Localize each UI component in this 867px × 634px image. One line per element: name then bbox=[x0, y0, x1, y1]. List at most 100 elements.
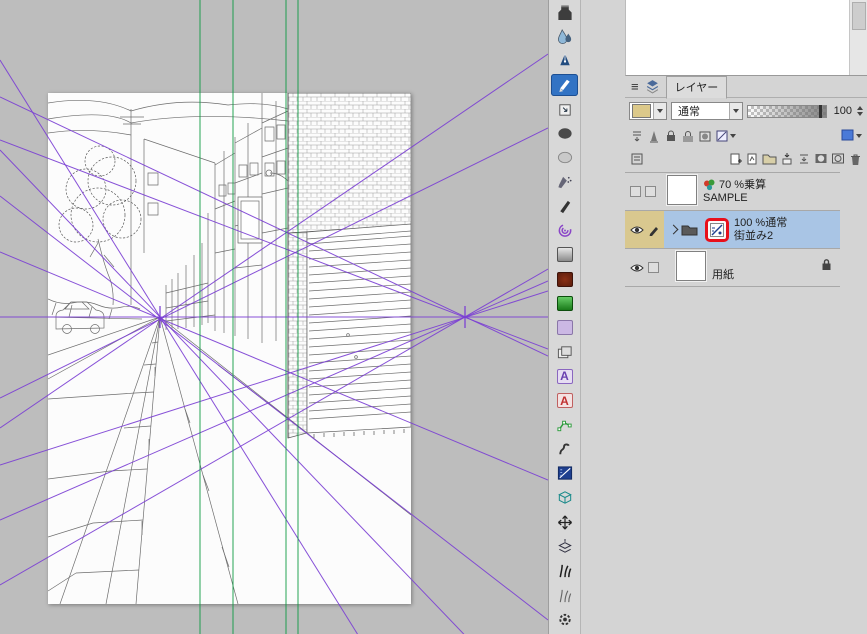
liquify-tool-button[interactable] bbox=[551, 438, 578, 460]
figure-maroon-tool-icon bbox=[556, 271, 573, 287]
grass-tool-dark-icon bbox=[559, 565, 571, 578]
palette-list-icon[interactable] bbox=[630, 151, 644, 166]
opacity-spinner[interactable] bbox=[857, 106, 863, 116]
clipping-icon[interactable] bbox=[630, 128, 644, 143]
tool-palette: A A bbox=[548, 0, 581, 634]
perspective-grid-tool-icon bbox=[557, 491, 572, 505]
scrollbar-thumb[interactable] bbox=[852, 2, 866, 30]
canvas-area[interactable] bbox=[0, 0, 548, 634]
blend-mode-combo[interactable]: 通常 bbox=[671, 102, 744, 120]
brush-tool-icon bbox=[557, 4, 572, 20]
figure-gray-tool-button[interactable] bbox=[551, 244, 578, 266]
secondary-panel bbox=[625, 0, 867, 76]
pencil-tool-icon bbox=[558, 80, 570, 93]
layer-meta: 70 %乗算 SAMPLE bbox=[703, 173, 766, 210]
text-tool-label: A bbox=[560, 393, 569, 408]
settings-tool-button[interactable] bbox=[551, 608, 578, 630]
vector-line-tool-button[interactable] bbox=[551, 414, 578, 436]
blend-tool-button[interactable] bbox=[551, 25, 578, 47]
figure-maroon-tool-button[interactable] bbox=[551, 268, 578, 290]
secondary-panel-scrollbar[interactable] bbox=[849, 0, 867, 75]
layer-controls-row: 通常 100 bbox=[625, 98, 867, 124]
expand-arrow-icon[interactable] bbox=[668, 224, 679, 235]
pen-tool-button[interactable] bbox=[551, 50, 578, 72]
lock-layer-icon[interactable] bbox=[664, 128, 678, 143]
layer-name: SAMPLE bbox=[703, 191, 748, 204]
new-folder-icon[interactable] bbox=[762, 151, 777, 166]
palette-menu-icon[interactable]: ≡ bbox=[631, 80, 639, 93]
layer-lock-row bbox=[625, 124, 867, 147]
new-raster-layer-icon[interactable] bbox=[728, 151, 742, 166]
perspective-grid-tool-button[interactable] bbox=[551, 487, 578, 509]
eraser-soft-tool-button[interactable] bbox=[551, 147, 578, 169]
text-tool-red-icon: A bbox=[556, 393, 573, 409]
eye-icon[interactable] bbox=[630, 225, 644, 235]
text-tool-purple-button[interactable]: A bbox=[551, 365, 578, 387]
apply-mask-icon[interactable] bbox=[831, 151, 845, 166]
figure-lavender-tool-button[interactable] bbox=[551, 317, 578, 339]
pencil-edit-icon[interactable] bbox=[648, 224, 660, 236]
opacity-value: 100 bbox=[833, 105, 852, 117]
layer-color-dots-icon bbox=[704, 179, 715, 191]
layer-row-paper[interactable]: 用紙 bbox=[625, 249, 840, 287]
layer-move-tool-icon bbox=[557, 538, 572, 553]
opacity-slider-fill bbox=[748, 105, 826, 117]
layer-meta: 100 %通常 街並み2 bbox=[734, 217, 787, 243]
lock-transparent-icon[interactable] bbox=[681, 128, 695, 143]
layer-move-tool-button[interactable] bbox=[551, 536, 578, 558]
enable-mask-icon[interactable] bbox=[698, 128, 712, 143]
frame-tool-button[interactable] bbox=[551, 341, 578, 363]
transfer-to-lower-icon[interactable] bbox=[780, 151, 794, 166]
ruler-tool-button[interactable] bbox=[551, 463, 578, 485]
frame-tool-icon bbox=[557, 346, 572, 358]
selected-layer-body[interactable]: 100 %通常 街並み2 bbox=[664, 211, 840, 248]
layers-palette: ≡ レイヤー 通常 100 70 %乗算 SAMPLE 100 %通常 街並み2… bbox=[625, 75, 867, 634]
canvas-artwork bbox=[48, 93, 411, 604]
layer-thumbnail[interactable] bbox=[676, 251, 706, 281]
brush-tool-button[interactable] bbox=[551, 1, 578, 23]
fill-tool-button[interactable] bbox=[551, 98, 578, 120]
layer-actions-row bbox=[625, 147, 867, 170]
grass-tool-light-button[interactable] bbox=[551, 584, 578, 606]
eraser-hard-tool-button[interactable] bbox=[551, 122, 578, 144]
figure-green-tool-button[interactable] bbox=[551, 293, 578, 315]
chevron-down-icon[interactable] bbox=[729, 103, 743, 119]
text-tool-label: A bbox=[560, 369, 569, 384]
layer-name: 用紙 bbox=[712, 269, 734, 281]
move-tool-button[interactable] bbox=[551, 511, 578, 533]
tab-layers[interactable]: レイヤー bbox=[665, 75, 728, 99]
chevron-down-icon[interactable] bbox=[653, 103, 666, 119]
airbrush-tool-button[interactable] bbox=[551, 171, 578, 193]
marker-tool-button[interactable] bbox=[551, 195, 578, 217]
ruler-icon-highlight[interactable] bbox=[705, 217, 729, 242]
layer-thumbnail[interactable] bbox=[667, 175, 697, 205]
new-vector-layer-icon[interactable] bbox=[745, 151, 759, 166]
edit-checkbox[interactable] bbox=[648, 262, 659, 273]
text-tool-red-button[interactable]: A bbox=[551, 390, 578, 412]
pencil-tool-button[interactable] bbox=[551, 73, 578, 96]
layer-row-sample[interactable]: 70 %乗算 SAMPLE bbox=[625, 173, 840, 211]
figure-gray-tool-icon bbox=[556, 247, 573, 263]
create-mask-icon[interactable] bbox=[814, 151, 828, 166]
canvas-page[interactable] bbox=[48, 93, 411, 604]
blend-mode-value: 通常 bbox=[678, 106, 700, 118]
merge-to-lower-icon[interactable] bbox=[797, 151, 811, 166]
grass-tool-dark-button[interactable] bbox=[551, 560, 578, 582]
ruler-range-icon[interactable] bbox=[715, 128, 736, 143]
reference-layer-icon[interactable] bbox=[647, 128, 661, 143]
opacity-slider[interactable] bbox=[747, 104, 827, 118]
delete-layer-icon[interactable] bbox=[848, 151, 862, 166]
visibility-checkbox[interactable] bbox=[630, 186, 641, 197]
opacity-slider-handle[interactable] bbox=[818, 104, 822, 118]
ruler-tool-icon bbox=[557, 466, 572, 480]
fill-tool-icon bbox=[558, 103, 571, 116]
layer-row-machinami2[interactable]: 100 %通常 街並み2 bbox=[625, 211, 840, 249]
marker-tool-icon bbox=[559, 200, 570, 213]
edit-checkbox[interactable] bbox=[645, 186, 656, 197]
layer-color-icon[interactable] bbox=[841, 128, 862, 143]
layer-meta: 用紙 bbox=[712, 249, 734, 286]
decoration-tool-button[interactable] bbox=[551, 220, 578, 242]
palette-color-combo[interactable] bbox=[629, 102, 667, 120]
eye-icon[interactable] bbox=[630, 263, 644, 273]
layer-palette-icon bbox=[646, 80, 658, 94]
